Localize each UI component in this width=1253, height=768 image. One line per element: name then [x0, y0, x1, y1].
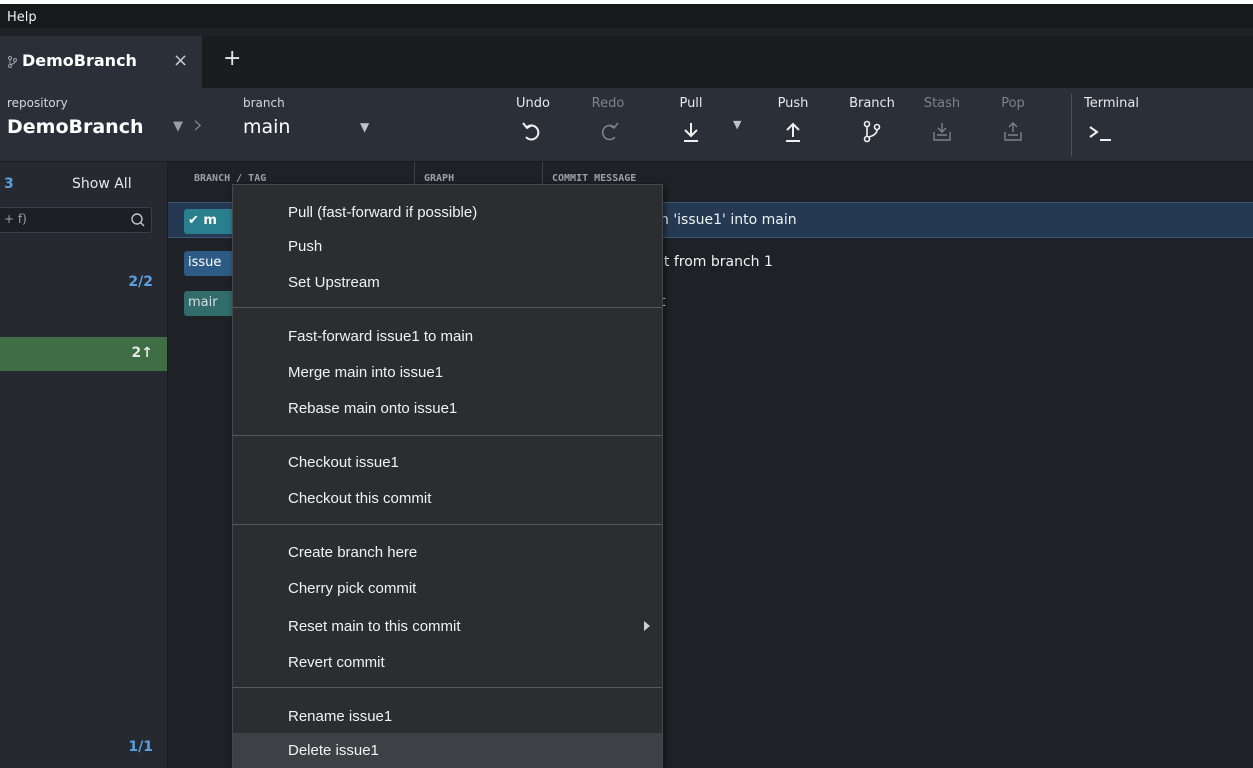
column-header-graph[interactable]: GRAPH: [424, 173, 454, 184]
undo-label: Undo: [516, 96, 550, 111]
pull-label: Pull: [679, 96, 703, 111]
menu-separator: [233, 524, 662, 525]
menu-item-pull[interactable]: Pull (fast-forward if possible): [233, 195, 662, 231]
menu-item-label: Fast-forward issue1 to main: [288, 328, 474, 345]
undo-icon: [522, 122, 540, 141]
column-header-branch-tag[interactable]: BRANCH / TAG: [194, 173, 266, 184]
caret-down-icon: ▼: [360, 120, 370, 134]
menu-item-label: Checkout issue1: [288, 454, 399, 471]
menu-item-label: Cherry pick commit: [288, 580, 417, 597]
sidebar-item-count: 2↑: [131, 345, 153, 361]
sidebar-search-input[interactable]: + f): [0, 207, 152, 233]
commit-message: it from branch 1: [660, 254, 773, 270]
pull-options-caret-icon[interactable]: ▼: [733, 118, 741, 131]
toolbar-divider: [1071, 94, 1072, 156]
app-window: Help DemoBranch × + repository DemoBranc…: [0, 0, 1253, 768]
menu-item-rebase[interactable]: Rebase main onto issue1: [233, 391, 662, 427]
menu-item-label: Set Upstream: [288, 274, 380, 291]
tab-title: DemoBranch: [22, 51, 137, 70]
sidebar-item-local-branches[interactable]: 2/2: [0, 268, 167, 298]
stash-label: Stash: [923, 96, 961, 111]
menu-item-merge[interactable]: Merge main into issue1: [233, 355, 662, 391]
menu-item-label: Merge main into issue1: [288, 364, 444, 381]
sidebar: 3 Show All + f) 2/2 2↑ 1/1: [0, 162, 168, 768]
pop-button[interactable]: Pop: [990, 88, 1036, 162]
chevron-right-icon: ›: [193, 110, 204, 140]
stash-button[interactable]: Stash: [917, 88, 967, 162]
menu-item-label: Delete issue1: [288, 742, 379, 759]
sidebar-item-remotes[interactable]: 1/1: [0, 733, 167, 763]
menu-item-cherry-pick[interactable]: Cherry pick commit: [233, 571, 662, 607]
search-placeholder: + f): [4, 212, 27, 226]
add-tab-button[interactable]: +: [223, 46, 241, 71]
repository-label: repository: [7, 96, 68, 110]
redo-button[interactable]: Redo: [585, 88, 631, 162]
tab-bar: DemoBranch × +: [0, 36, 1253, 88]
branch-button-label: Branch: [849, 96, 895, 111]
menu-item-create-branch[interactable]: Create branch here: [233, 535, 662, 571]
menu-item-label: Push: [288, 238, 323, 255]
stash-icon: [933, 123, 951, 141]
menu-help[interactable]: Help: [7, 10, 37, 25]
menu-item-label: Create branch here: [288, 544, 418, 561]
redo-label: Redo: [591, 96, 625, 111]
submenu-arrow-icon: [644, 621, 650, 631]
menu-item-label: Checkout this commit: [288, 490, 432, 507]
menu-item-label: Reset main to this commit: [288, 618, 461, 635]
repository-name: DemoBranch: [7, 116, 144, 138]
menu-item-reset[interactable]: Reset main to this commit: [233, 609, 662, 645]
push-label: Push: [777, 96, 809, 111]
menu-item-set-upstream[interactable]: Set Upstream: [233, 265, 662, 301]
arrow-up-icon: [786, 122, 800, 142]
menu-separator: [233, 687, 662, 688]
search-icon: [131, 213, 145, 227]
branch-label: branch: [243, 96, 285, 110]
menu-item-push[interactable]: Push: [233, 229, 662, 265]
sidebar-count: 3: [4, 176, 14, 192]
menu-item-label: Pull (fast-forward if possible): [288, 204, 478, 221]
branch-icon: [8, 56, 17, 68]
tab-demobranch[interactable]: DemoBranch ×: [0, 36, 202, 88]
column-header-commit-message[interactable]: COMMIT MESSAGE: [552, 173, 636, 184]
push-button[interactable]: Push: [770, 88, 816, 162]
pop-label: Pop: [1001, 96, 1025, 111]
menu-item-revert[interactable]: Revert commit: [233, 645, 662, 681]
sidebar-item-count: 1/1: [128, 739, 153, 755]
menu-bar: Help: [0, 0, 1253, 28]
menu-item-label: Revert commit: [288, 654, 385, 671]
arrow-down-icon: [684, 123, 698, 142]
redo-icon: [601, 122, 619, 141]
toolbar: repository DemoBranch ▼ › branch main ▼ …: [0, 88, 1253, 162]
menu-item-delete[interactable]: Delete issue1: [233, 733, 662, 768]
menu-item-label: Rename issue1: [288, 708, 393, 725]
close-icon[interactable]: ×: [173, 50, 188, 71]
terminal-icon: [1089, 126, 1111, 141]
git-branch-icon: [863, 120, 881, 143]
undo-button[interactable]: Undo: [510, 88, 556, 162]
terminal-button[interactable]: Terminal: [1084, 88, 1154, 162]
menu-separator: [233, 307, 662, 308]
sidebar-item-ahead[interactable]: 2↑: [0, 337, 167, 371]
commit-message: n 'issue1' into main: [660, 212, 797, 228]
show-all-button[interactable]: Show All: [72, 176, 132, 192]
menu-separator: [233, 435, 662, 436]
pull-button[interactable]: Pull: [668, 88, 714, 162]
menu-item-label: Rebase main onto issue1: [288, 400, 458, 417]
sidebar-item-count: 2/2: [128, 274, 153, 290]
pop-icon: [1004, 122, 1022, 141]
menu-item-checkout-commit[interactable]: Checkout this commit: [233, 481, 662, 517]
context-menu: Pull (fast-forward if possible) Push Set…: [232, 184, 663, 768]
caret-down-icon: ▼: [173, 119, 183, 134]
menu-item-checkout-branch[interactable]: Checkout issue1: [233, 445, 662, 481]
branch-name: main: [243, 116, 291, 138]
terminal-label: Terminal: [1084, 96, 1139, 111]
menu-item-fast-forward[interactable]: Fast-forward issue1 to main: [233, 319, 662, 355]
branch-button[interactable]: Branch: [840, 88, 904, 162]
menu-item-rename[interactable]: Rename issue1: [233, 699, 662, 735]
